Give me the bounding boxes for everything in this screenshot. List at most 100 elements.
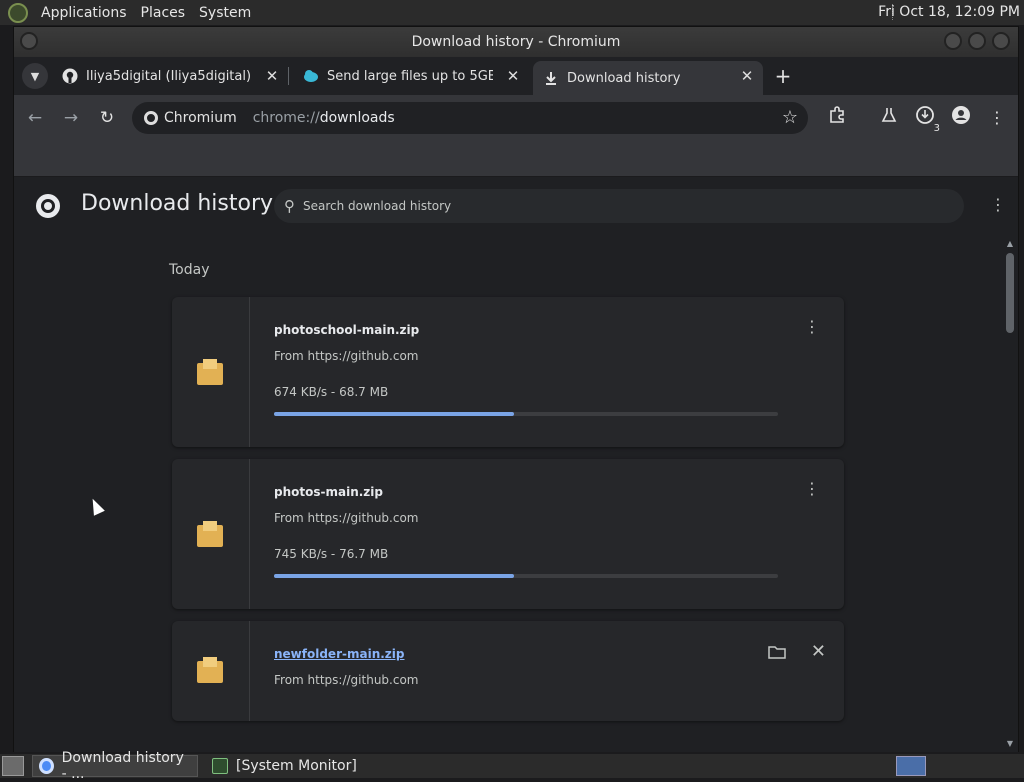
date-section-label: Today	[169, 262, 210, 278]
task-label: Download history - ...	[61, 750, 184, 782]
url-scheme: chrome://	[252, 110, 320, 126]
more-vertical-icon: ⋮	[989, 107, 1005, 127]
download-item: photoschool-main.zip From https://github…	[172, 297, 844, 447]
scroll-up-icon[interactable]: ▲	[1005, 239, 1015, 248]
chip-label: Chromium	[164, 110, 237, 126]
downloads-button[interactable]: 3	[912, 104, 940, 134]
profile-button[interactable]	[948, 104, 974, 130]
close-window-button[interactable]	[992, 32, 1010, 50]
file-icon-column	[172, 297, 250, 447]
task-label: [System Monitor]	[236, 758, 357, 774]
download-filename[interactable]: photoschool-main.zip	[274, 323, 419, 337]
download-item: photos-main.zip From https://github.com …	[172, 459, 844, 609]
download-filename[interactable]: photos-main.zip	[274, 485, 383, 499]
search-placeholder: Search download history	[303, 199, 452, 213]
arrow-left-icon: ←	[27, 108, 43, 128]
chromium-icon	[39, 758, 54, 774]
window-menu-button[interactable]	[20, 32, 38, 50]
more-vertical-icon[interactable]: ⋮	[804, 317, 820, 336]
page-header: Download history ⚲ Search download histo…	[14, 177, 1018, 235]
minimize-button[interactable]	[944, 32, 962, 50]
progress-fill	[274, 574, 514, 578]
url-host: downloads	[319, 110, 395, 126]
search-input[interactable]: ⚲ Search download history	[274, 189, 964, 223]
github-icon	[62, 68, 78, 84]
browser-toolbar: ← → ↻ Chromium chrome://downloads ☆ 3 ⋮	[14, 95, 1018, 141]
new-tab-button[interactable]: +	[769, 62, 797, 90]
menu-places[interactable]: Places	[134, 5, 193, 21]
close-icon[interactable]: ✕	[811, 641, 826, 662]
system-monitor-icon	[212, 758, 228, 774]
tab-strip: ▼ Iliya5digital (Iliya5digital) / Re ✕ S…	[14, 57, 1018, 95]
download-status: 674 KB/s - 68.7 MB	[274, 385, 389, 399]
desktop-taskbar: Download history - ... [System Monitor]	[0, 750, 1024, 782]
tab-github[interactable]: Iliya5digital (Iliya5digital) / Re ✕	[52, 61, 288, 91]
cloud-icon	[303, 68, 319, 84]
tab-divider	[288, 67, 289, 85]
panel-clock[interactable]: Fri Oct 18, 12:09 PM	[878, 4, 1020, 20]
download-icon	[543, 70, 559, 86]
tab-label: Send large files up to 5GB fo	[327, 68, 493, 84]
menu-applications[interactable]: Applications	[34, 5, 134, 21]
search-icon: ⚲	[284, 197, 295, 215]
puzzle-icon	[828, 106, 846, 128]
page-title: Download history	[81, 191, 274, 216]
labs-button[interactable]	[876, 104, 902, 130]
taskbar-item-browser[interactable]: Download history - ...	[32, 750, 198, 782]
scroll-down-icon[interactable]: ▼	[1005, 739, 1015, 748]
download-source: From https://github.com	[274, 511, 419, 525]
site-info-chip[interactable]: Chromium	[144, 110, 237, 126]
desktop-menu-logo-icon[interactable]	[8, 2, 28, 23]
flask-icon	[880, 106, 898, 128]
zip-file-icon	[197, 521, 223, 547]
avatar-icon	[951, 105, 971, 129]
plus-icon: +	[774, 64, 792, 88]
download-filename-link[interactable]: newfolder-main.zip	[274, 647, 404, 661]
page-scrollbar[interactable]: ▲ ▼	[1002, 235, 1018, 752]
window-titlebar[interactable]: Download history - Chromium	[14, 27, 1018, 57]
browser-window: Download history - Chromium ▼ Iliya5digi…	[13, 26, 1019, 752]
browser-menu-button[interactable]: ⋮	[984, 104, 1010, 130]
workspace-switcher[interactable]	[896, 756, 926, 776]
taskbar-item-system-monitor[interactable]: [System Monitor]	[206, 755, 363, 777]
tab-label: Download history	[567, 70, 681, 86]
download-progress-icon	[915, 105, 935, 129]
forward-button[interactable]: →	[56, 103, 86, 133]
menu-system[interactable]: System	[192, 5, 258, 21]
maximize-button[interactable]	[968, 32, 986, 50]
reload-icon: ↻	[99, 108, 115, 128]
download-progress-bar	[274, 574, 778, 578]
close-icon[interactable]: ✕	[505, 68, 521, 84]
tab-send-files[interactable]: Send large files up to 5GB fo ✕	[293, 61, 529, 91]
extensions-button[interactable]	[824, 104, 850, 130]
chromium-logo-icon	[36, 194, 60, 218]
download-source: From https://github.com	[274, 673, 419, 687]
more-actions-icon[interactable]: ⋮	[990, 195, 1006, 214]
bookmark-star-icon[interactable]: ☆	[782, 107, 798, 128]
address-bar[interactable]: Chromium chrome://downloads ☆	[132, 102, 808, 134]
arrow-right-icon: →	[63, 108, 79, 128]
folder-icon[interactable]	[768, 645, 786, 663]
window-title: Download history - Chromium	[411, 34, 621, 50]
file-icon-column	[172, 459, 250, 609]
tab-label: Iliya5digital (Iliya5digital) / Re	[86, 68, 252, 84]
url-text[interactable]: chrome://downloads	[253, 110, 395, 126]
tab-download-history[interactable]: Download history ✕	[533, 61, 763, 95]
scroll-thumb[interactable]	[1006, 253, 1014, 333]
close-icon[interactable]: ✕	[739, 68, 755, 84]
bookmarks-bar	[14, 141, 1018, 177]
downloads-page: Download history ⚲ Search download histo…	[14, 177, 1018, 752]
download-item: newfolder-main.zip From https://github.c…	[172, 621, 844, 721]
back-button[interactable]: ←	[20, 103, 50, 133]
close-icon[interactable]: ✕	[264, 68, 280, 84]
show-desktop-button[interactable]	[2, 756, 24, 776]
reload-button[interactable]: ↻	[92, 103, 122, 133]
downloads-count-badge: 3	[933, 123, 940, 134]
download-progress-bar	[274, 412, 778, 416]
file-icon-column	[172, 621, 250, 721]
tab-search-button[interactable]: ▼	[22, 63, 48, 89]
desktop-top-panel: Applications Places System Fri Oct 18, 1…	[0, 0, 1024, 25]
zip-file-icon	[197, 657, 223, 683]
more-vertical-icon[interactable]: ⋮	[804, 479, 820, 498]
download-source: From https://github.com	[274, 349, 419, 363]
